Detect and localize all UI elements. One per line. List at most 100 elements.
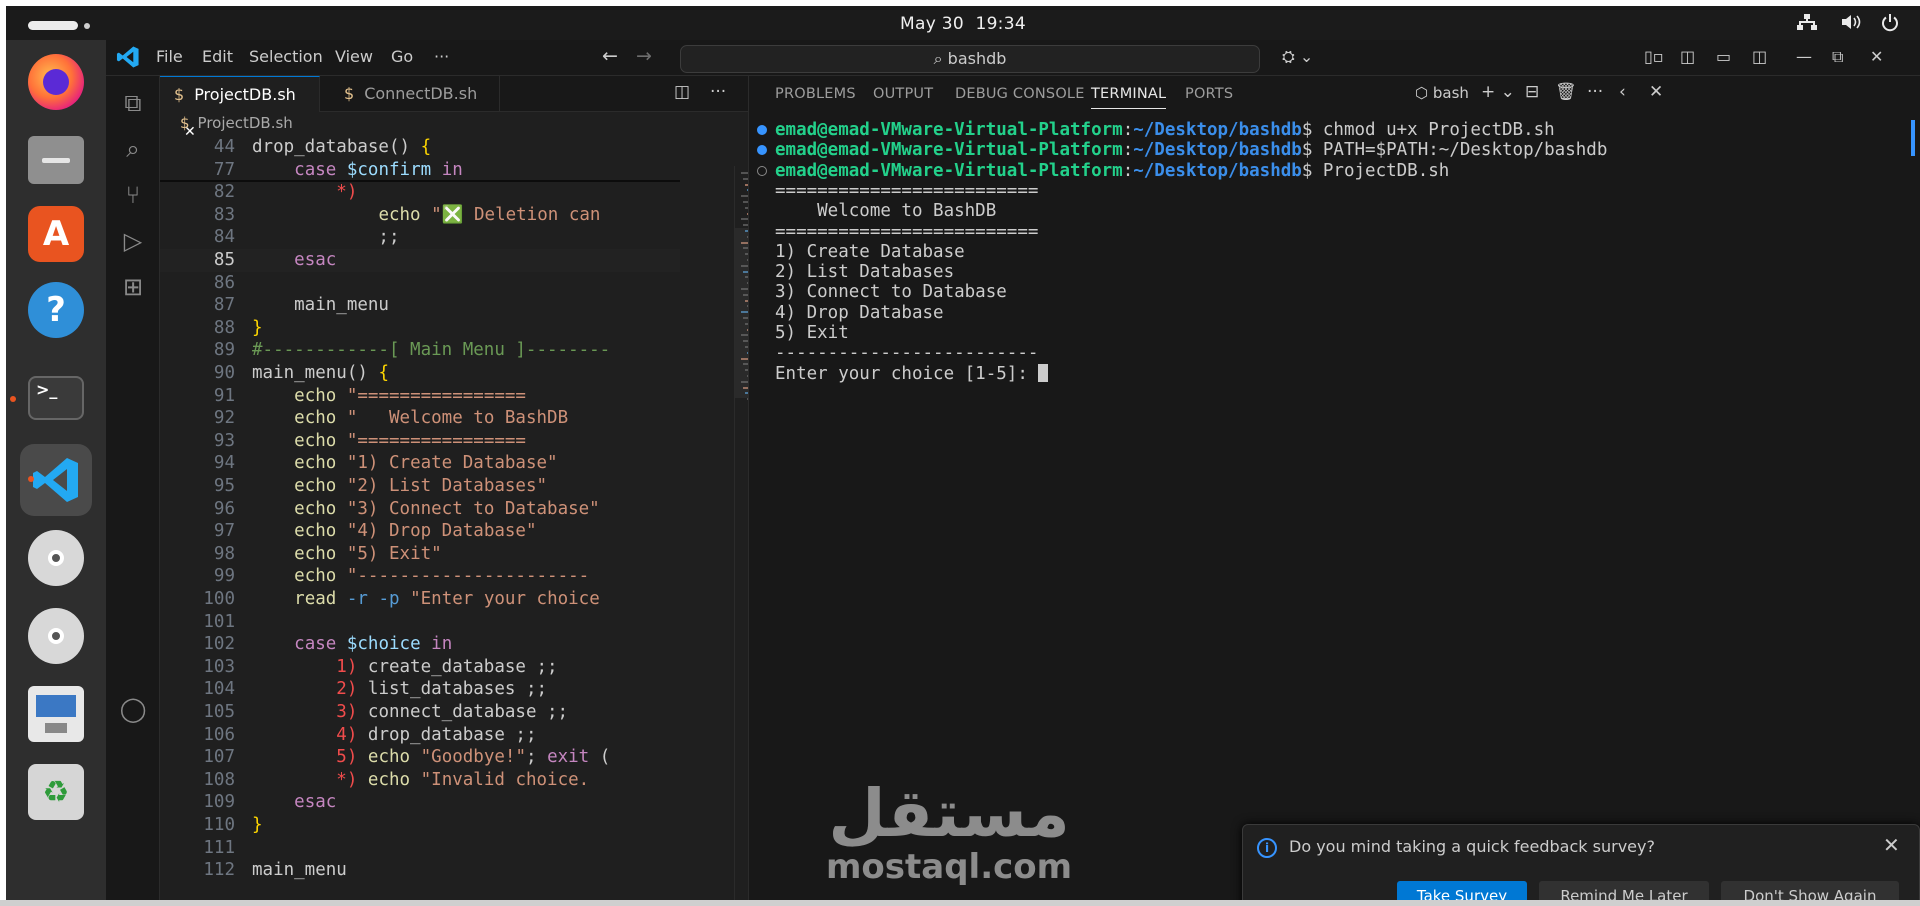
- line-text: #------------[ Main Menu ]--------: [252, 340, 611, 361]
- code-line[interactable]: 106 4) drop_database ;;: [160, 724, 680, 747]
- run-debug-icon[interactable]: ▷: [118, 226, 148, 256]
- menu-go[interactable]: Go: [391, 47, 413, 66]
- terminal-profile[interactable]: ⬡ bash: [1415, 84, 1469, 102]
- terminal-scrollbar[interactable]: [1911, 120, 1915, 156]
- code-line[interactable]: 91 echo "================: [160, 385, 680, 408]
- code-line[interactable]: 84 ;;: [160, 226, 680, 249]
- code-line[interactable]: 95 echo "2) List Databases": [160, 475, 680, 498]
- code-line[interactable]: 97 echo "4) Drop Database": [160, 520, 680, 543]
- vscode-running-indicator: [28, 476, 34, 482]
- code-line[interactable]: 101: [160, 611, 680, 634]
- tab-connectdb[interactable]: $ ConnectDB.sh: [320, 76, 500, 112]
- code-line[interactable]: 102 case $choice in: [160, 633, 680, 656]
- watermark-arabic: مستقل: [828, 775, 1070, 852]
- source-control-icon[interactable]: ⑂: [118, 180, 148, 210]
- code-line[interactable]: 100 read -r -p "Enter your choice: [160, 588, 680, 611]
- files-launcher[interactable]: [20, 122, 92, 194]
- command-center-search[interactable]: ⌕ bashdb: [680, 45, 1260, 73]
- tab-problems[interactable]: PROBLEMS: [775, 86, 856, 102]
- terminal-output-line: Enter your choice [1-5]:: [775, 363, 1049, 384]
- search-view-icon[interactable]: ⌕: [118, 134, 148, 164]
- close-panel-icon[interactable]: ✕: [1649, 82, 1663, 102]
- close-notification-icon[interactable]: ✕: [1883, 833, 1900, 857]
- tab-terminal[interactable]: TERMINAL: [1091, 86, 1167, 109]
- split-editor-icon[interactable]: ◫: [674, 82, 690, 102]
- code-line[interactable]: 103 1) create_database ;;: [160, 656, 680, 679]
- help-launcher[interactable]: ?: [20, 274, 92, 346]
- line-text: echo " Welcome to BashDB: [294, 408, 569, 429]
- command-decoration-icon[interactable]: [757, 165, 767, 176]
- app-center-launcher[interactable]: A: [20, 198, 92, 270]
- code-line[interactable]: 105 3) connect_database ;;: [160, 701, 680, 724]
- code-line[interactable]: 87 main_menu: [160, 294, 680, 317]
- toggle-secondary-sidebar-icon[interactable]: ◫: [1752, 47, 1767, 66]
- forward-arrow-icon[interactable]: →: [636, 45, 652, 67]
- menu-more[interactable]: ···: [434, 47, 449, 66]
- code-editor[interactable]: 44 drop_database() {77 case $confirm in 82…: [160, 136, 680, 906]
- restore-icon[interactable]: ⧉: [1832, 47, 1843, 67]
- code-line[interactable]: 96 echo "3) Connect to Database": [160, 498, 680, 521]
- line-text: echo "4) Drop Database": [294, 521, 537, 542]
- network-icon[interactable]: [1796, 13, 1818, 35]
- explorer-icon[interactable]: ⧉: [118, 88, 148, 118]
- command-decoration-icon[interactable]: [757, 125, 767, 135]
- extensions-icon[interactable]: ⊞: [118, 272, 148, 302]
- command-decoration-icon[interactable]: [757, 145, 767, 156]
- code-line[interactable]: 77 case $confirm in: [160, 159, 680, 182]
- clock[interactable]: May 30 19:34: [6, 14, 1920, 34]
- breadcrumb[interactable]: $ ProjectDB.sh: [180, 114, 293, 132]
- code-line[interactable]: 89 #------------[ Main Menu ]--------: [160, 339, 680, 362]
- new-terminal-icon[interactable]: + ⌄: [1481, 82, 1515, 102]
- accounts-icon[interactable]: ◯: [118, 694, 148, 724]
- toggle-primary-sidebar-icon[interactable]: ◫: [1680, 47, 1695, 66]
- code-line[interactable]: 109 esac: [160, 791, 680, 814]
- kill-terminal-icon[interactable]: 🗑: [1555, 82, 1577, 102]
- panel-collapse-icon[interactable]: ‹: [1619, 82, 1626, 102]
- code-line[interactable]: 85 esac: [160, 249, 680, 272]
- menu-file[interactable]: File: [156, 47, 183, 66]
- tab-debug-console[interactable]: DEBUG CONSOLE: [955, 86, 1085, 102]
- code-line[interactable]: 90 main_menu() {: [160, 362, 680, 385]
- terminal-launcher[interactable]: >_: [20, 362, 92, 434]
- code-line[interactable]: 110}: [160, 814, 680, 837]
- tab-ports[interactable]: PORTS: [1185, 86, 1233, 102]
- split-terminal-icon[interactable]: ⊟: [1525, 82, 1539, 102]
- editor-more-actions-icon[interactable]: ···: [710, 82, 726, 102]
- code-line[interactable]: 88}: [160, 317, 680, 340]
- code-line[interactable]: 83 echo "❎ Deletion can: [160, 204, 680, 227]
- code-line[interactable]: 93 echo "================: [160, 430, 680, 453]
- volume-icon[interactable]: [1840, 13, 1862, 35]
- customize-layout-icon[interactable]: ▯▫: [1644, 47, 1664, 66]
- vscode-icon: [28, 452, 84, 508]
- code-line[interactable]: 112 main_menu: [160, 859, 680, 882]
- code-line[interactable]: 44 drop_database() {: [160, 136, 680, 159]
- code-line[interactable]: 94 echo "1) Create Database": [160, 452, 680, 475]
- menu-view[interactable]: View: [335, 47, 373, 66]
- close-window-icon[interactable]: ✕: [1870, 47, 1883, 66]
- copilot-icon[interactable]: ⛭ ⌄: [1282, 47, 1313, 67]
- code-line[interactable]: 108 *) echo "Invalid choice.: [160, 769, 680, 792]
- back-arrow-icon[interactable]: ←: [602, 45, 618, 67]
- toggle-panel-icon[interactable]: ▭: [1716, 47, 1731, 66]
- minimize-icon[interactable]: —: [1796, 47, 1812, 66]
- tab-output[interactable]: OUTPUT: [873, 86, 933, 102]
- code-line[interactable]: 107 5) echo "Goodbye!"; exit (: [160, 746, 680, 769]
- menu-edit[interactable]: Edit: [202, 47, 233, 66]
- power-icon[interactable]: [1880, 13, 1900, 37]
- disc-launcher-2[interactable]: [20, 600, 92, 672]
- menu-selection[interactable]: Selection: [249, 47, 323, 66]
- code-line[interactable]: 104 2) list_databases ;;: [160, 678, 680, 701]
- code-line[interactable]: 86: [160, 272, 680, 295]
- tab-projectdb[interactable]: $ ProjectDB.sh ✕: [160, 76, 320, 140]
- app-center-icon: A: [28, 206, 84, 262]
- code-line[interactable]: 98 echo "5) Exit": [160, 543, 680, 566]
- code-line[interactable]: 92 echo " Welcome to BashDB: [160, 407, 680, 430]
- code-line[interactable]: 99 echo "----------------------: [160, 565, 680, 588]
- code-line[interactable]: 82 *): [160, 181, 680, 204]
- disc-launcher-1[interactable]: [20, 522, 92, 594]
- text-editor-launcher[interactable]: [20, 678, 92, 750]
- panel-more-icon[interactable]: ···: [1587, 82, 1603, 102]
- firefox-launcher[interactable]: [20, 46, 92, 118]
- trash-launcher[interactable]: ♻: [20, 756, 92, 828]
- code-line[interactable]: 111: [160, 837, 680, 860]
